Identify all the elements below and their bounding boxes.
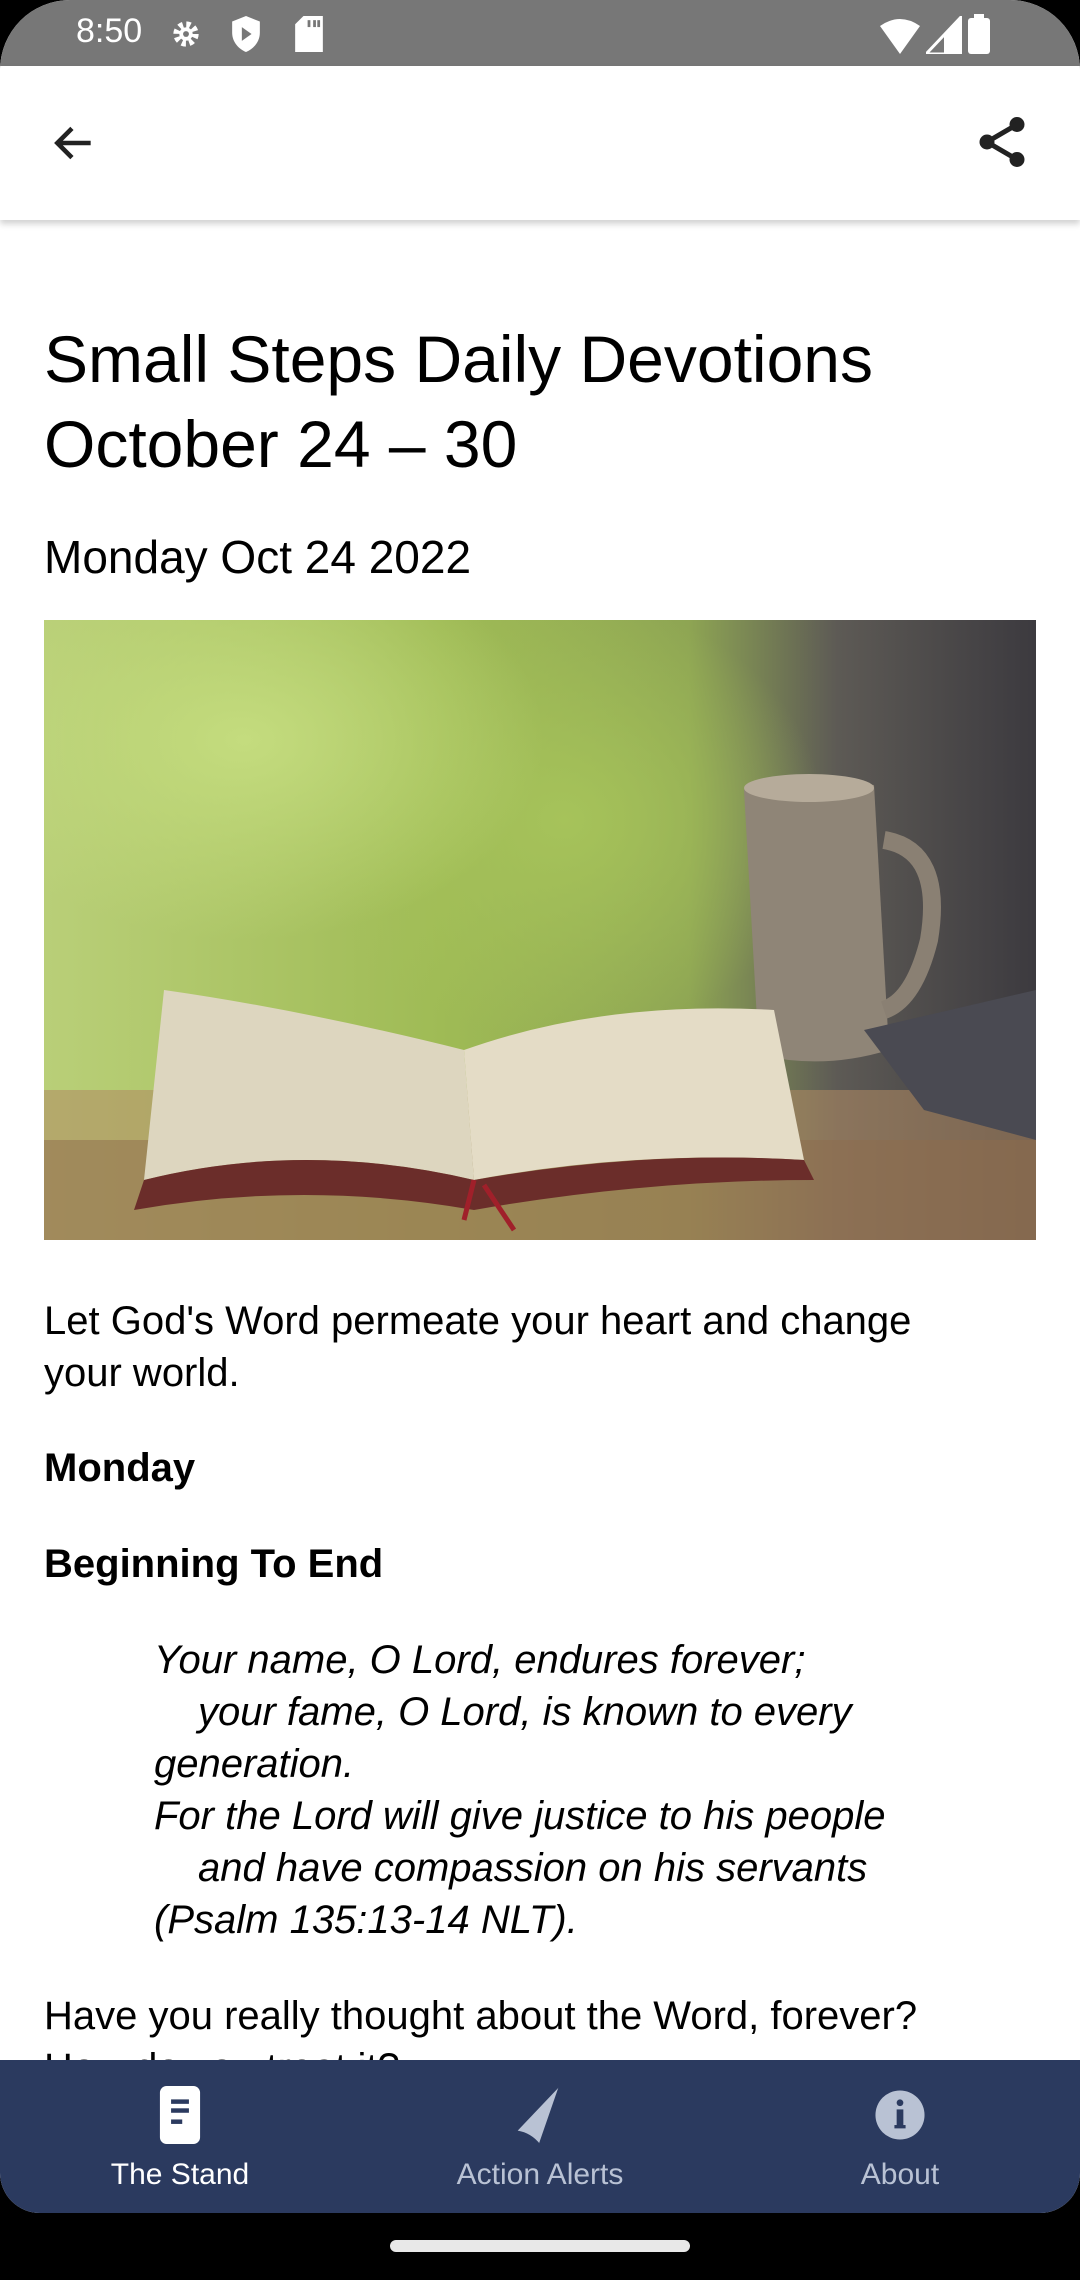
screen: 8:50 Small Steps Daily Devotions October… xyxy=(0,0,1080,2213)
title-line: Small Steps Daily Devotions xyxy=(44,322,873,396)
bible-and-mug-illustration xyxy=(44,774,1036,1240)
text-line: your world. xyxy=(44,1351,240,1395)
verse-line: For the Lord will give justice to his pe… xyxy=(154,1794,886,1838)
bottom-navigation: The Stand Action Alerts About xyxy=(0,2060,1080,2213)
share-icon[interactable] xyxy=(972,112,1032,172)
home-gesture-bar[interactable] xyxy=(390,2240,690,2252)
verse-line: generation. xyxy=(154,1742,355,1786)
nav-label: The Stand xyxy=(110,2158,250,2191)
status-time: 8:50 xyxy=(76,12,143,50)
verse-line: Your name, O Lord, endures forever; xyxy=(154,1638,806,1682)
title-line: October 24 – 30 xyxy=(44,407,518,481)
info-icon xyxy=(875,2090,925,2140)
nav-label: Action Alerts xyxy=(456,2158,624,2191)
battery-icon xyxy=(968,14,990,54)
wifi-icon xyxy=(880,19,920,54)
status-bar: 8:50 xyxy=(0,0,1080,66)
document-icon xyxy=(159,2086,201,2144)
text-line: Let God's Word permeate your heart and c… xyxy=(44,1299,912,1343)
send-icon xyxy=(517,2086,562,2144)
app-bar xyxy=(0,66,1080,220)
day-heading: Monday xyxy=(44,1446,196,1490)
gear-icon xyxy=(173,21,199,47)
nav-the-stand[interactable]: The Stand xyxy=(0,2060,360,2213)
nav-about[interactable]: About xyxy=(720,2060,1080,2213)
nav-label: About xyxy=(860,2158,940,2191)
sd-card-icon xyxy=(295,16,323,52)
arrow-back-icon[interactable] xyxy=(46,118,102,168)
section-heading: Beginning To End xyxy=(44,1542,384,1586)
article-image xyxy=(44,620,1036,1240)
text-line: Have you really thought about the Word, … xyxy=(44,1994,918,2038)
nav-action-alerts[interactable]: Action Alerts xyxy=(360,2060,720,2213)
scripture-quote: Your name, O Lord, endures forever; your… xyxy=(154,1634,885,1946)
verse-line: your fame, O Lord, is known to every xyxy=(198,1690,852,1734)
shield-play-icon xyxy=(232,16,260,52)
intro-paragraph: Let God's Word permeate your heart and c… xyxy=(44,1295,911,1399)
signal-icon xyxy=(926,16,962,54)
verse-line: (Psalm 135:13-14 NLT). xyxy=(154,1898,578,1942)
verse-line: and have compassion on his servants xyxy=(198,1846,868,1890)
article-title: Small Steps Daily Devotions October 24 –… xyxy=(44,317,873,487)
article-date: Monday Oct 24 2022 xyxy=(44,531,472,583)
